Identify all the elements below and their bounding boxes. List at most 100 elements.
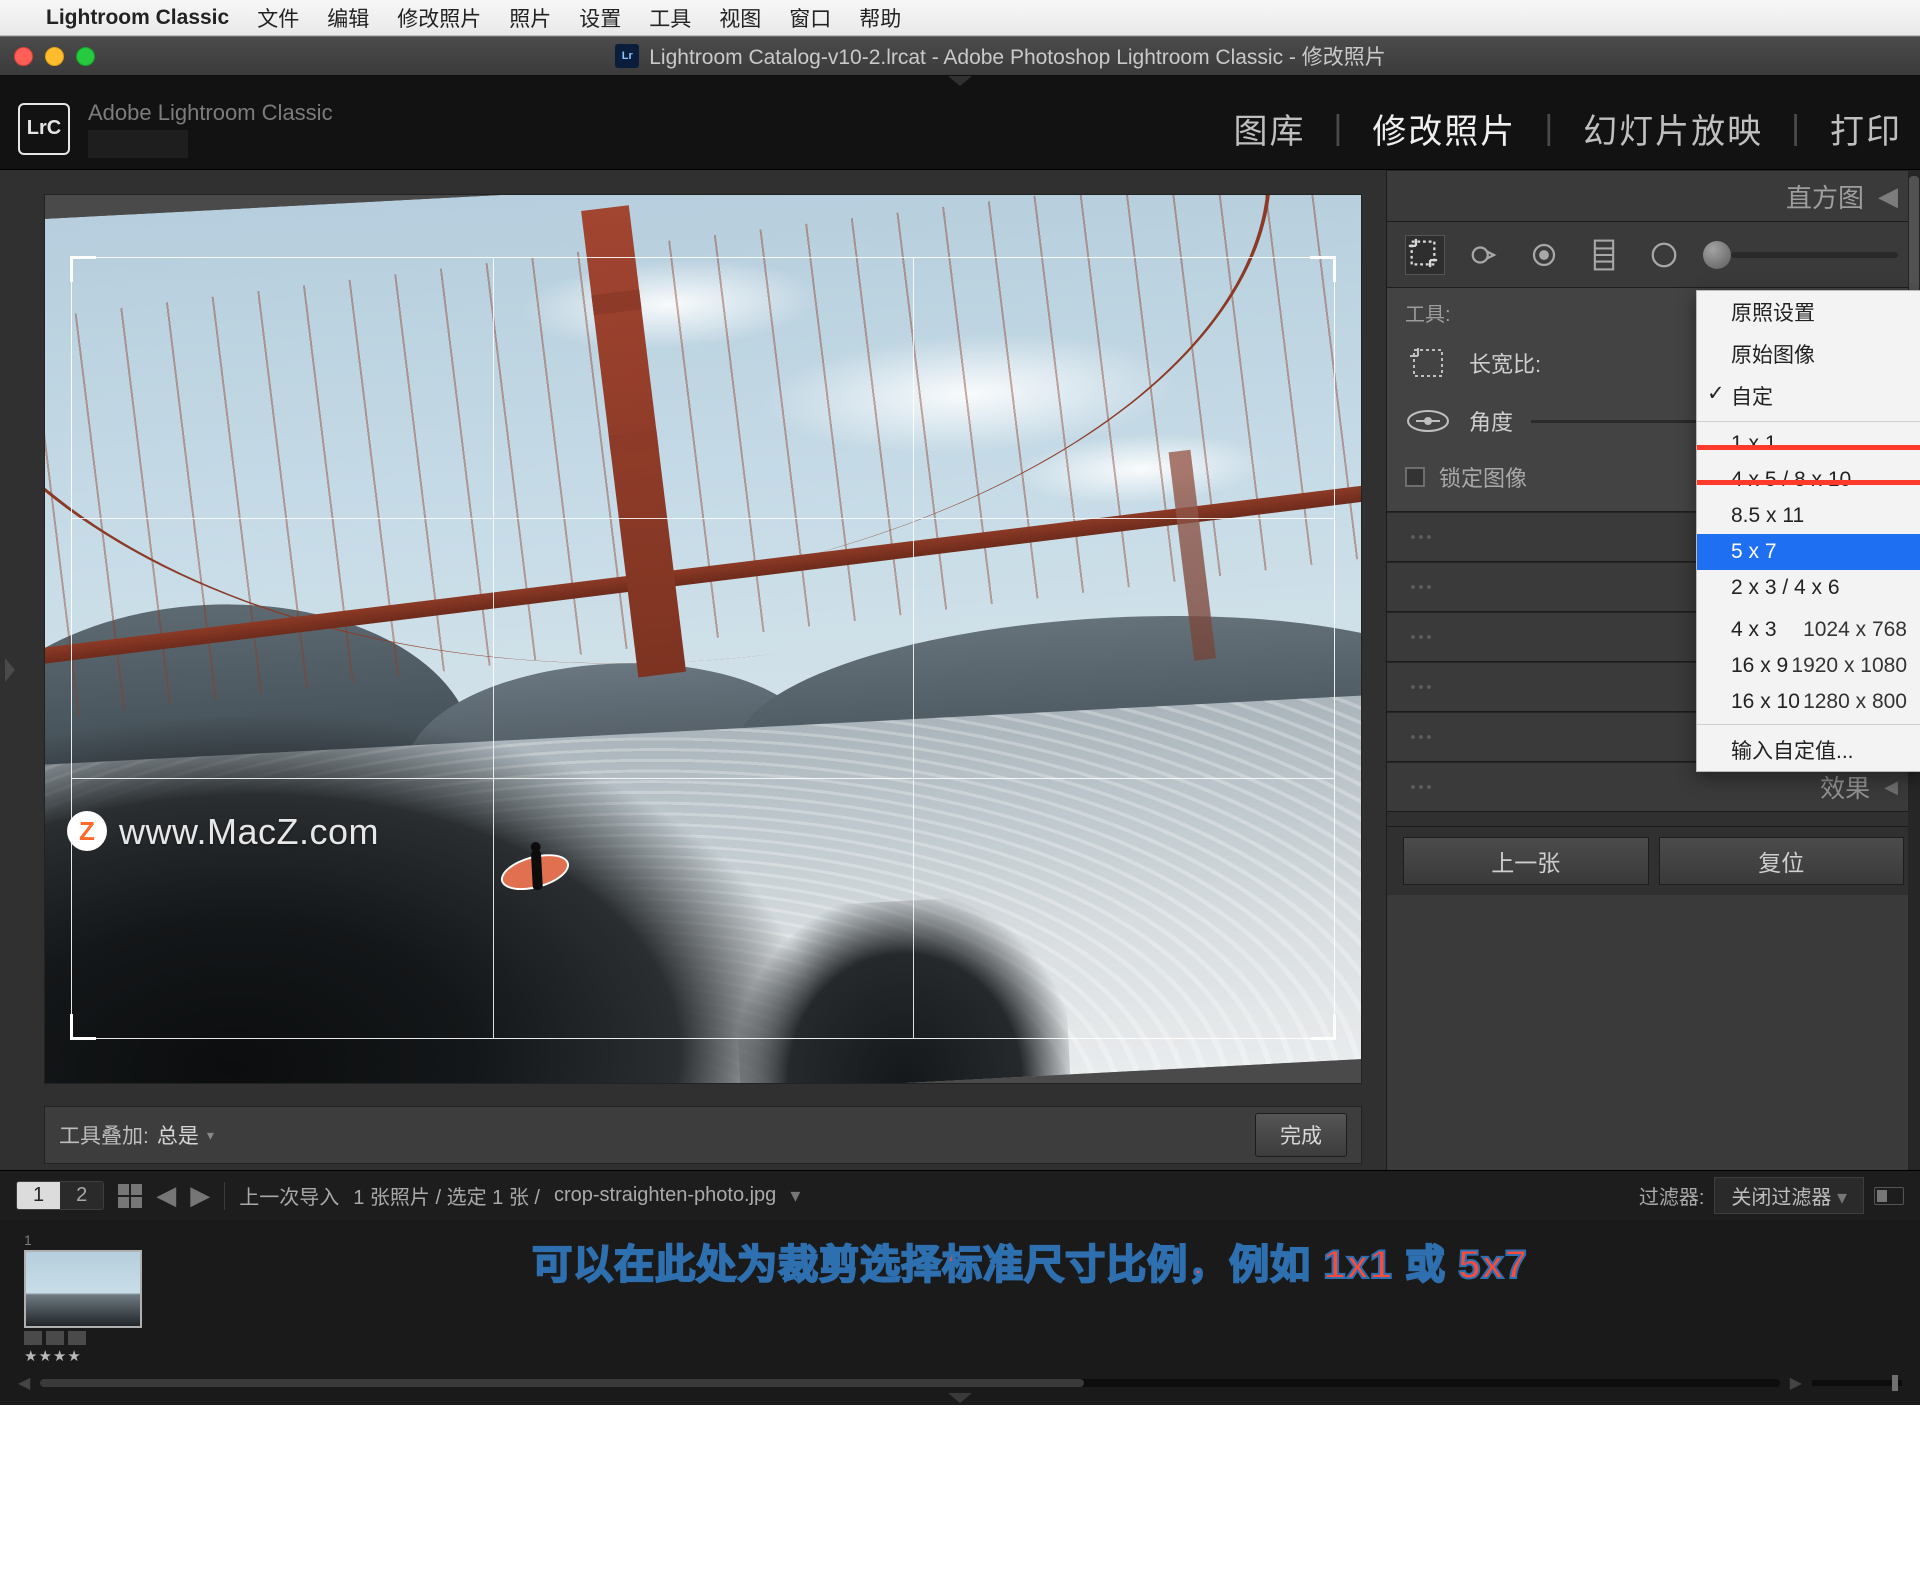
angle-label: 角度 bbox=[1469, 405, 1513, 437]
identity-plate-bar: LrC Adobe Lightroom Classic 图库 | 修改照片 | … bbox=[0, 88, 1920, 170]
filmstrip-scrubber[interactable]: ◀ ▶ bbox=[0, 1373, 1920, 1393]
develop-tool-strip bbox=[1387, 222, 1920, 288]
dropdown-arrow-icon[interactable]: ▾ bbox=[207, 1127, 214, 1144]
filter-select[interactable]: 关闭过滤器 ▾ bbox=[1714, 1177, 1864, 1214]
menu-view[interactable]: 视图 bbox=[719, 3, 761, 33]
module-sep: | bbox=[1333, 109, 1344, 148]
mac-menubar[interactable]: Lightroom Classic 文件 编辑 修改照片 照片 设置 工具 视图… bbox=[0, 0, 1920, 36]
identity-plate[interactable] bbox=[88, 130, 188, 158]
checkmark-icon: ✓ bbox=[1707, 381, 1725, 406]
brand-label: Adobe Lightroom Classic bbox=[88, 100, 333, 126]
nav-prev-icon[interactable]: ◀ bbox=[156, 1180, 176, 1211]
menu-settings[interactable]: 设置 bbox=[579, 3, 621, 33]
scrollbar-thumb[interactable] bbox=[1909, 176, 1919, 296]
crop-overlay[interactable] bbox=[71, 257, 1334, 1038]
menubar-app-name[interactable]: Lightroom Classic bbox=[46, 6, 229, 30]
filter-toggle[interactable] bbox=[1874, 1187, 1904, 1205]
aspect-item-original-image[interactable]: 原始图像 bbox=[1697, 333, 1920, 375]
module-picker: 图库 | 修改照片 | 幻灯片放映 | 打印 bbox=[1233, 104, 1902, 153]
aspect-item-4x3[interactable]: 4 x 31024 x 768 bbox=[1697, 612, 1920, 648]
grid-view-icon[interactable] bbox=[118, 1184, 142, 1208]
menu-tools[interactable]: 工具 bbox=[649, 3, 691, 33]
gradient-tool-icon[interactable] bbox=[1583, 234, 1625, 276]
brush-tool-icon[interactable] bbox=[1703, 241, 1731, 269]
window-seg[interactable]: 1 2 bbox=[16, 1181, 104, 1210]
photo-canvas[interactable]: Z www.MacZ.com bbox=[44, 194, 1362, 1084]
module-sep: | bbox=[1791, 109, 1802, 148]
previous-button[interactable]: 上一张 bbox=[1403, 837, 1649, 885]
thumb-index: 1 bbox=[24, 1232, 144, 1248]
filename-dropdown-icon[interactable]: ▾ bbox=[790, 1183, 800, 1208]
aspect-item-16x9[interactable]: 16 x 91920 x 1080 bbox=[1697, 648, 1920, 684]
left-panel-collapsed[interactable] bbox=[0, 170, 20, 1170]
window-zoom-button[interactable] bbox=[76, 47, 95, 66]
nav-next-icon[interactable]: ▶ bbox=[190, 1180, 210, 1211]
panel-histogram[interactable]: 直方图 ◀ bbox=[1387, 170, 1920, 222]
aspect-item-85x11[interactable]: 8.5 x 11 bbox=[1697, 498, 1920, 534]
menu-file[interactable]: 文件 bbox=[257, 3, 299, 33]
menu-window[interactable]: 窗口 bbox=[789, 3, 831, 33]
module-library[interactable]: 图库 bbox=[1233, 104, 1305, 153]
constrain-checkbox[interactable] bbox=[1405, 467, 1425, 487]
scrub-right-icon[interactable]: ▶ bbox=[1790, 1373, 1802, 1393]
seg-2[interactable]: 2 bbox=[60, 1182, 103, 1209]
watermark-text: www.MacZ.com bbox=[119, 811, 379, 853]
aspect-item-16x10[interactable]: 16 x 101280 x 800 bbox=[1697, 684, 1920, 720]
crop-tool-icon[interactable] bbox=[1405, 235, 1445, 275]
crop-frame-icon[interactable] bbox=[1405, 341, 1451, 385]
window-minimize-button[interactable] bbox=[45, 47, 64, 66]
menu-develop[interactable]: 修改照片 bbox=[397, 3, 481, 33]
constrain-label: 锁定图像 bbox=[1439, 461, 1527, 493]
straighten-icon[interactable] bbox=[1405, 399, 1451, 443]
current-filename[interactable]: crop-straighten-photo.jpg bbox=[554, 1184, 776, 1207]
aspect-ratio-label: 长宽比: bbox=[1469, 347, 1541, 379]
module-develop[interactable]: 修改照片 bbox=[1372, 104, 1516, 153]
crop-handle-tr[interactable] bbox=[1310, 256, 1336, 282]
scrub-track[interactable] bbox=[40, 1379, 1779, 1387]
aspect-item-5x7[interactable]: 5 x 7 bbox=[1697, 534, 1920, 570]
aspect-item-4x5[interactable]: 4 x 5 / 8 x 10 bbox=[1697, 462, 1920, 498]
secondary-toolbar: 1 2 ◀ ▶ 上一次导入 1 张照片 / 选定 1 张 / crop-stra… bbox=[0, 1170, 1920, 1220]
thumb-size-slider[interactable] bbox=[1812, 1380, 1902, 1386]
panel-histogram-label: 直方图 bbox=[1786, 178, 1864, 215]
menu-edit[interactable]: 编辑 bbox=[327, 3, 369, 33]
seg-1[interactable]: 1 bbox=[17, 1182, 60, 1209]
right-panel-more-icon[interactable] bbox=[1642, 812, 1666, 822]
module-slideshow[interactable]: 幻灯片放映 bbox=[1583, 104, 1763, 153]
done-button[interactable]: 完成 bbox=[1255, 1113, 1347, 1157]
aspect-item-2x3[interactable]: 2 x 3 / 4 x 6 bbox=[1697, 570, 1920, 606]
crop-handle-br[interactable] bbox=[1310, 1014, 1336, 1040]
develop-canvas-area: Z www.MacZ.com 工具叠加: 总是 ▾ 完成 bbox=[20, 170, 1386, 1170]
tool-overlay-label: 工具叠加: bbox=[59, 1120, 149, 1150]
photo-count: 1 张照片 / 选定 1 张 / bbox=[353, 1181, 540, 1210]
bottom-panel-toggle[interactable] bbox=[948, 1393, 972, 1403]
module-print[interactable]: 打印 bbox=[1830, 104, 1902, 153]
aspect-ratio-menu[interactable]: 原照设置 原始图像 ✓自定 1 x 1 4 x 5 / 8 x 10 8.5 x… bbox=[1696, 290, 1920, 772]
window-titlebar[interactable]: Lr Lightroom Catalog-v10-2.lrcat - Adobe… bbox=[0, 36, 1920, 76]
reset-button[interactable]: 复位 bbox=[1659, 837, 1905, 885]
aspect-item-custom[interactable]: ✓自定 bbox=[1697, 375, 1920, 417]
aspect-item-original-settings[interactable]: 原照设置 bbox=[1697, 291, 1920, 333]
aspect-item-1x1[interactable]: 1 x 1 bbox=[1697, 426, 1920, 462]
tool-overlay-value[interactable]: 总是 bbox=[157, 1120, 199, 1150]
prev-reset-bar: 上一张 复位 bbox=[1387, 826, 1920, 895]
filmstrip[interactable]: 1 ★★★★ 可以在此处为裁剪选择标准尺寸比例，例如 1x1 或 5x7 bbox=[0, 1220, 1920, 1373]
thumb-badges bbox=[24, 1331, 144, 1345]
top-panel-toggle[interactable] bbox=[948, 76, 972, 86]
radial-tool-icon[interactable] bbox=[1643, 234, 1685, 276]
source-breadcrumb[interactable]: 上一次导入 bbox=[239, 1181, 339, 1210]
crop-handle-tl[interactable] bbox=[70, 256, 96, 282]
redeye-tool-icon[interactable] bbox=[1523, 234, 1565, 276]
scrub-left-icon[interactable]: ◀ bbox=[18, 1373, 30, 1393]
filmstrip-thumbnail[interactable]: 1 ★★★★ bbox=[24, 1232, 144, 1365]
crop-handle-bl[interactable] bbox=[70, 1014, 96, 1040]
thumb-rating[interactable]: ★★★★ bbox=[24, 1347, 144, 1365]
main-area: Z www.MacZ.com 工具叠加: 总是 ▾ 完成 直方图 ◀ bbox=[0, 170, 1920, 1170]
aspect-item-enter-custom[interactable]: 输入自定值... bbox=[1697, 729, 1920, 771]
thumb-image[interactable] bbox=[24, 1250, 142, 1328]
menu-photo[interactable]: 照片 bbox=[509, 3, 551, 33]
spot-removal-tool-icon[interactable] bbox=[1463, 234, 1505, 276]
brush-size-slider[interactable] bbox=[1703, 241, 1902, 269]
menu-help[interactable]: 帮助 bbox=[859, 3, 901, 33]
window-close-button[interactable] bbox=[14, 47, 33, 66]
